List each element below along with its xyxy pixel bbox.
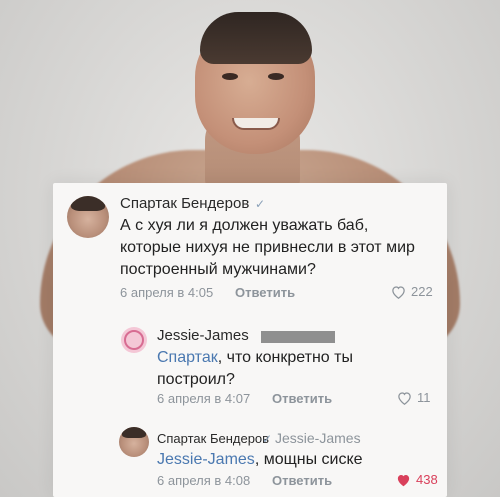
reply-button[interactable]: Ответить bbox=[272, 473, 332, 488]
mention-link[interactable]: Jessie-James bbox=[157, 451, 255, 468]
redaction-bar bbox=[261, 331, 335, 343]
comments-card: Спартак Бендеров ✓ А с хуя ли я должен у… bbox=[53, 183, 447, 497]
heart-outline-icon bbox=[391, 285, 406, 299]
photo-eye-right bbox=[268, 73, 284, 80]
like-count: 11 bbox=[417, 390, 431, 405]
mention-link[interactable]: Спартак bbox=[157, 349, 218, 366]
comment-date[interactable]: 6 апреля в 4:07 bbox=[157, 391, 250, 406]
photo-eye-left bbox=[222, 73, 238, 80]
comment-text-line: А с хуя ли я должен уважать баб, bbox=[120, 217, 369, 234]
comment-text: Jessie-James, мощны сиске bbox=[157, 449, 363, 471]
comment-date[interactable]: 6 апреля в 4:08 bbox=[157, 473, 250, 488]
reply-button[interactable]: Ответить bbox=[235, 285, 295, 300]
like-count: 222 bbox=[411, 284, 433, 299]
avatar[interactable] bbox=[121, 327, 147, 353]
reply-to-link[interactable]: Jessie-James bbox=[275, 430, 361, 446]
photo-mouth bbox=[232, 118, 280, 130]
heart-outline-icon bbox=[397, 391, 412, 405]
like-button[interactable]: 438 bbox=[396, 472, 438, 487]
avatar[interactable] bbox=[67, 196, 109, 238]
avatar[interactable] bbox=[119, 427, 149, 457]
photo-hair bbox=[200, 12, 312, 64]
verified-icon: ✓ bbox=[262, 432, 273, 446]
reply-button[interactable]: Ответить bbox=[272, 391, 332, 406]
comment-author[interactable]: Спартак Бендеров bbox=[157, 431, 269, 446]
like-button[interactable]: 222 bbox=[391, 284, 433, 299]
comment-text-line: , что конкретно ты bbox=[217, 349, 353, 366]
comment-text-line: построенный мужчинами? bbox=[120, 261, 316, 278]
like-button[interactable]: 11 bbox=[397, 390, 431, 405]
comment-text-line: построил? bbox=[157, 371, 235, 388]
heart-filled-icon bbox=[396, 473, 411, 487]
comment-author[interactable]: Jessie-James bbox=[157, 327, 249, 344]
comment-date[interactable]: 6 апреля в 4:05 bbox=[120, 285, 213, 300]
like-count: 438 bbox=[416, 472, 438, 487]
comment-text: А с хуя ли я должен уважать баб, которые… bbox=[120, 215, 415, 281]
verified-icon: ✓ bbox=[255, 197, 266, 211]
comment-text: Спартак, что конкретно ты построил? bbox=[157, 347, 353, 391]
comment-text-line: , мощны сиске bbox=[254, 451, 363, 468]
comment-author[interactable]: Спартак Бендеров bbox=[120, 195, 249, 212]
comment-text-line: которые нихуя не привнесли в этот мир bbox=[120, 239, 415, 256]
